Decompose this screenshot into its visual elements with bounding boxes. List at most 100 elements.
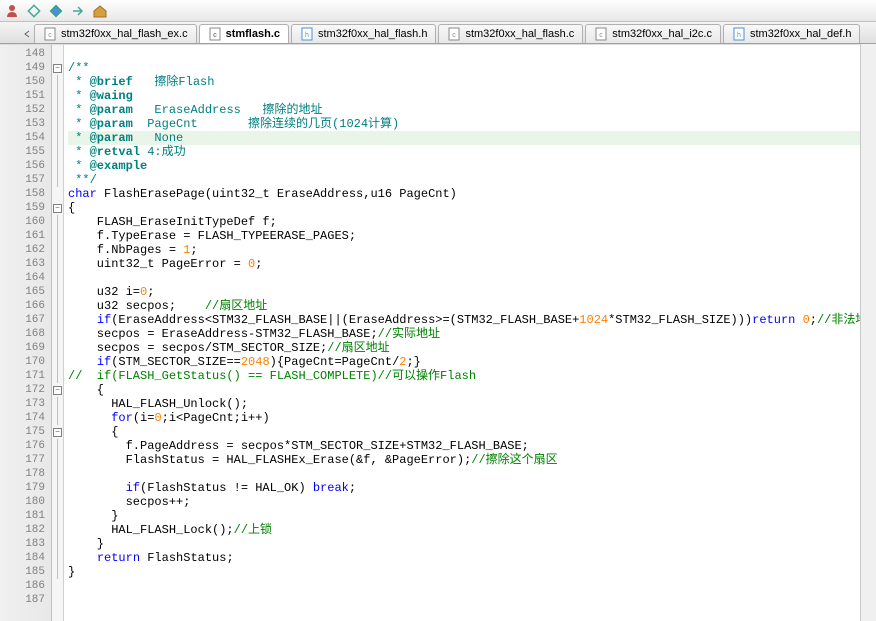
fold-cell: − [52, 61, 63, 75]
tab-file-5[interactable]: h stm32f0xx_hal_def.h [723, 24, 861, 43]
code-line[interactable]: * @example [68, 159, 876, 173]
fold-cell [52, 411, 63, 425]
code-line[interactable]: } [68, 537, 876, 551]
line-number: 176 [0, 439, 51, 453]
line-number: 162 [0, 243, 51, 257]
fold-cell: − [52, 383, 63, 397]
code-line[interactable]: } [68, 509, 876, 523]
code-line[interactable]: secpos++; [68, 495, 876, 509]
code-line[interactable]: * @brief 擦除Flash [68, 75, 876, 89]
line-number: 174 [0, 411, 51, 425]
code-line[interactable] [68, 579, 876, 593]
tab-label: stm32f0xx_hal_flash.h [318, 28, 427, 40]
line-number: 148 [0, 47, 51, 61]
line-number: 182 [0, 523, 51, 537]
code-line[interactable] [68, 467, 876, 481]
code-line[interactable]: } [68, 565, 876, 579]
diamond-blue-icon[interactable] [48, 3, 64, 19]
code-line[interactable]: f.TypeErase = FLASH_TYPEERASE_PAGES; [68, 229, 876, 243]
file-h-icon: h [732, 27, 746, 41]
code-line[interactable]: FlashStatus = HAL_FLASHEx_Erase(&f, &Pag… [68, 453, 876, 467]
fold-toggle-icon[interactable]: − [53, 386, 62, 395]
line-number: 183 [0, 537, 51, 551]
line-number: 184 [0, 551, 51, 565]
code-line[interactable]: { [68, 201, 876, 215]
home-icon[interactable] [92, 3, 108, 19]
code-line[interactable]: if(EraseAddress<STM32_FLASH_BASE||(Erase… [68, 313, 876, 327]
line-number: 178 [0, 467, 51, 481]
line-number: 161 [0, 229, 51, 243]
code-line[interactable]: u32 i=0; [68, 285, 876, 299]
code-line[interactable]: char FlashErasePage(uint32_t EraseAddres… [68, 187, 876, 201]
line-number: 157 [0, 173, 51, 187]
code-line[interactable]: secpos = secpos/STM_SECTOR_SIZE;//扇区地址 [68, 341, 876, 355]
code-line[interactable]: HAL_FLASH_Lock();//上锁 [68, 523, 876, 537]
fold-toggle-icon[interactable]: − [53, 428, 62, 437]
svg-text:c: c [453, 32, 457, 39]
fold-cell: − [52, 201, 63, 215]
line-number: 151 [0, 89, 51, 103]
fold-toggle-icon[interactable]: − [53, 204, 62, 213]
line-number: 155 [0, 145, 51, 159]
code-editor[interactable]: 1481491501511521531541551561571581591601… [0, 44, 876, 621]
line-number: 167 [0, 313, 51, 327]
code-line[interactable]: return FlashStatus; [68, 551, 876, 565]
line-number: 179 [0, 481, 51, 495]
code-line[interactable]: * @param None [68, 131, 876, 145]
arrow-icon[interactable] [70, 3, 86, 19]
code-line[interactable]: // if(FLASH_GetStatus() == FLASH_COMPLET… [68, 369, 876, 383]
line-number: 180 [0, 495, 51, 509]
tab-prev-icon[interactable] [20, 25, 34, 43]
code-line[interactable]: { [68, 383, 876, 397]
code-line[interactable]: FLASH_EraseInitTypeDef f; [68, 215, 876, 229]
file-c-icon: c [447, 27, 461, 41]
code-line[interactable] [68, 271, 876, 285]
diamond-green-icon[interactable] [26, 3, 42, 19]
line-number: 154 [0, 131, 51, 145]
svg-text:c: c [213, 32, 217, 39]
fold-cell [52, 369, 63, 383]
code-line[interactable]: **/ [68, 173, 876, 187]
line-number: 163 [0, 257, 51, 271]
tab-file-4[interactable]: cstm32f0xx_hal_i2c.c [585, 24, 721, 43]
line-number-gutter: 1481491501511521531541551561571581591601… [0, 45, 52, 621]
fold-cell: − [52, 425, 63, 439]
file-h-icon: h [300, 27, 314, 41]
code-line[interactable]: uint32_t PageError = 0; [68, 257, 876, 271]
code-line[interactable]: u32 secpos; //扇区地址 [68, 299, 876, 313]
code-line[interactable]: if(STM_SECTOR_SIZE==2048){PageCnt=PageCn… [68, 355, 876, 369]
code-line[interactable]: /** [68, 61, 876, 75]
code-line[interactable]: * @param PageCnt 擦除连续的几页(1024计算) [68, 117, 876, 131]
code-line[interactable]: * @param EraseAddress 擦除的地址 [68, 103, 876, 117]
code-line[interactable]: HAL_FLASH_Unlock(); [68, 397, 876, 411]
code-line[interactable]: * @waing [68, 89, 876, 103]
person-icon[interactable] [4, 3, 20, 19]
svg-text:h: h [305, 32, 309, 39]
code-line[interactable] [68, 47, 876, 61]
tabbar: cstm32f0xx_hal_flash_ex.ccstmflash.chstm… [0, 22, 876, 44]
fold-cell [52, 327, 63, 341]
fold-cell [52, 47, 63, 61]
fold-cell [52, 103, 63, 117]
code-line[interactable]: * @retval 4:成功 [68, 145, 876, 159]
vertical-scrollbar[interactable] [860, 44, 876, 621]
tab-label: stm32f0xx_hal_def.h [750, 28, 852, 40]
line-number: 150 [0, 75, 51, 89]
fold-cell [52, 89, 63, 103]
fold-cell [52, 593, 63, 607]
fold-toggle-icon[interactable]: − [53, 64, 62, 73]
tab-file-3[interactable]: cstm32f0xx_hal_flash.c [438, 24, 583, 43]
code-line[interactable]: secpos = EraseAddress-STM32_FLASH_BASE;/… [68, 327, 876, 341]
code-area[interactable]: /** * @brief 擦除Flash * @waing * @param E… [64, 45, 876, 621]
code-line[interactable]: for(i=0;i<PageCnt;i++) [68, 411, 876, 425]
code-line[interactable]: if(FlashStatus != HAL_OK) break; [68, 481, 876, 495]
code-line[interactable]: f.PageAddress = secpos*STM_SECTOR_SIZE+S… [68, 439, 876, 453]
code-line[interactable]: f.NbPages = 1; [68, 243, 876, 257]
tab-file-1[interactable]: cstmflash.c [199, 24, 289, 43]
fold-cell [52, 299, 63, 313]
tab-file-2[interactable]: h stm32f0xx_hal_flash.h [291, 24, 436, 43]
tab-file-0[interactable]: cstm32f0xx_hal_flash_ex.c [34, 24, 197, 43]
code-line[interactable]: { [68, 425, 876, 439]
code-line[interactable] [68, 593, 876, 607]
line-number: 168 [0, 327, 51, 341]
